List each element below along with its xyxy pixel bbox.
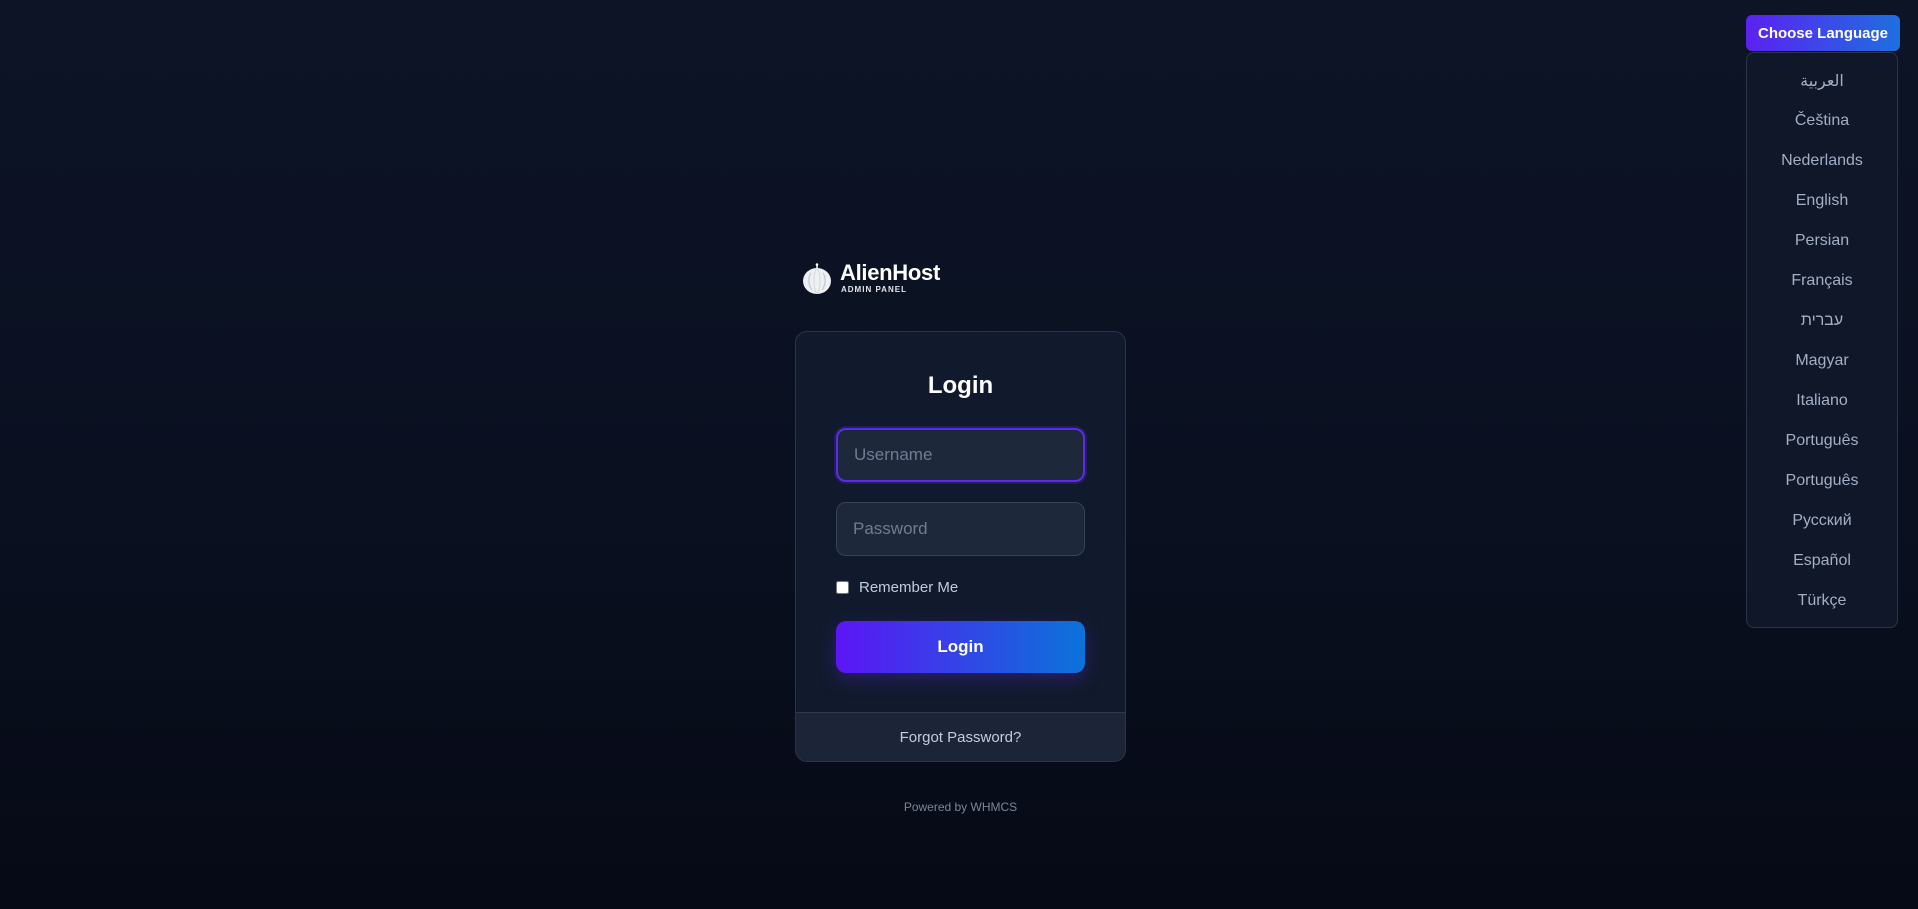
card-footer: Forgot Password? xyxy=(796,712,1125,761)
language-option-italian[interactable]: Italiano xyxy=(1747,381,1897,421)
language-option-hungarian[interactable]: Magyar xyxy=(1747,341,1897,381)
language-option-french[interactable]: Français xyxy=(1747,261,1897,301)
brand-subtitle: ADMIN PANEL xyxy=(841,285,907,294)
language-option-arabic[interactable]: العربية xyxy=(1747,61,1897,101)
username-input[interactable] xyxy=(836,428,1085,482)
login-card: Login Remember Me Login Forgot Password? xyxy=(795,331,1126,762)
forgot-password-link[interactable]: Forgot Password? xyxy=(900,729,1022,746)
language-option-turkish[interactable]: Türkçe xyxy=(1747,581,1897,621)
language-option-english[interactable]: English xyxy=(1747,181,1897,221)
choose-language-button[interactable]: Choose Language xyxy=(1746,15,1900,51)
language-option-russian[interactable]: Русский xyxy=(1747,501,1897,541)
password-input[interactable] xyxy=(836,502,1085,556)
language-option-dutch[interactable]: Nederlands xyxy=(1747,141,1897,181)
language-option-spanish[interactable]: Español xyxy=(1747,541,1897,581)
powered-by-text: Powered by WHMCS xyxy=(903,800,1018,814)
language-option-persian[interactable]: Persian xyxy=(1747,221,1897,261)
brand-name: AlienHost xyxy=(840,260,940,285)
remember-me[interactable]: Remember Me xyxy=(836,579,958,596)
language-option-portuguese-br[interactable]: Português xyxy=(1747,421,1897,461)
login-title: Login xyxy=(927,372,994,399)
alien-globe-icon xyxy=(802,263,832,294)
language-option-portuguese-pt[interactable]: Português xyxy=(1747,461,1897,501)
remember-me-checkbox[interactable] xyxy=(836,581,849,594)
login-button[interactable]: Login xyxy=(836,621,1085,673)
language-option-czech[interactable]: Čeština xyxy=(1747,101,1897,141)
remember-me-label: Remember Me xyxy=(859,579,959,596)
brand-logo: AlienHost ADMIN PANEL xyxy=(802,258,940,298)
language-dropdown-menu: العربية Čeština Nederlands English Persi… xyxy=(1746,52,1898,628)
language-option-hebrew[interactable]: עברית xyxy=(1747,301,1897,341)
